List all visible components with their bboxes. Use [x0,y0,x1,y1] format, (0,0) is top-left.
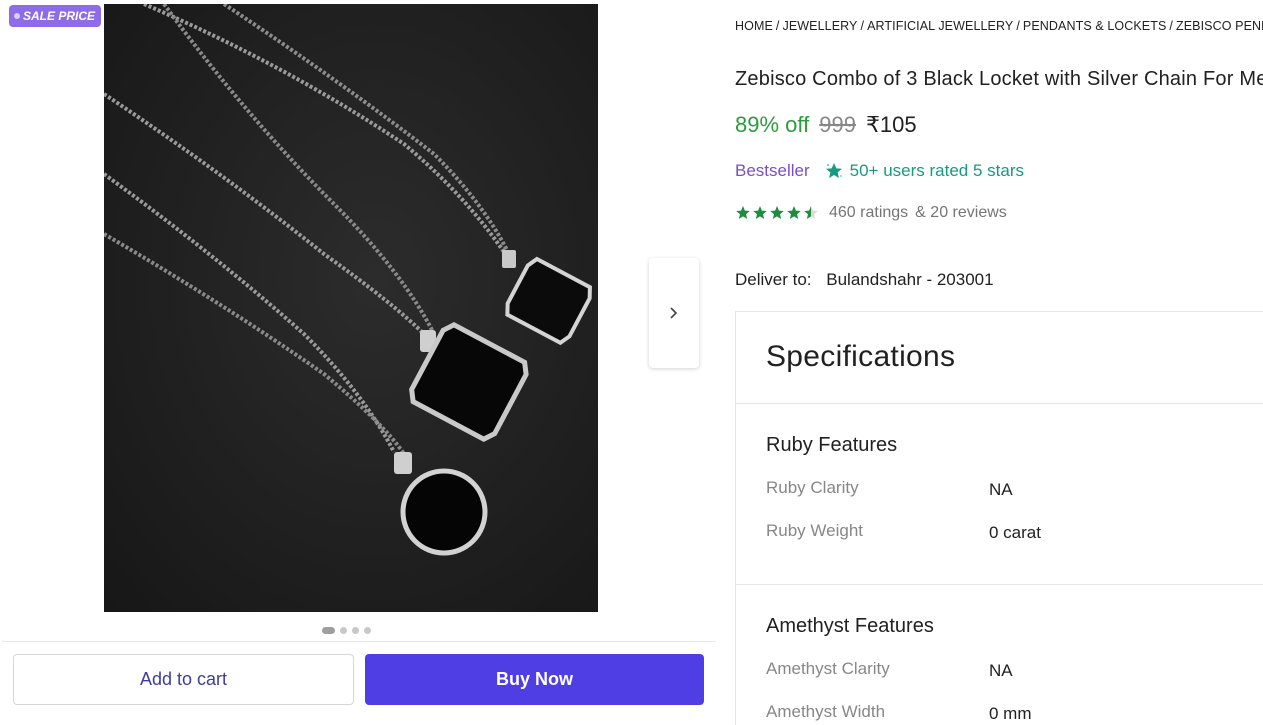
carousel-dot[interactable] [340,627,347,634]
breadcrumb-pendants-lockets[interactable]: PENDANTS & LOCKETS [1023,19,1167,33]
star-icon [736,206,750,219]
breadcrumb-separator: / [860,19,865,33]
breadcrumb: HOME / JEWELLERY / ARTIFICIAL JEWELLERY / PEND… [735,19,1263,33]
spec-group-amethyst: Amethyst Features Amethyst Clarity NA Am… [736,585,1263,725]
sale-dot-icon [14,13,20,19]
star-icon [804,206,818,219]
action-bar: Add to cart Buy Now [2,641,716,725]
chevron-right-icon [670,307,678,319]
product-gallery: SALE PRICE Add to cart Buy Now [0,0,716,725]
spec-group-title: Ruby Features [766,434,898,456]
carousel-next-button[interactable] [649,258,699,368]
reviews-count: & 20 reviews [915,204,1007,221]
product-details: HOME / JEWELLERY / ARTIFICIAL JEWELLERY / PEND… [735,0,1263,725]
star-icon [753,206,767,219]
carousel-dots [322,627,371,634]
spec-group-ruby: Ruby Features Ruby Clarity NA Ruby Weigh… [736,404,1263,585]
specifications-panel: Specifications Ruby Features Ruby Clarit… [735,311,1263,725]
ratings-count: 460 ratings [829,204,909,221]
product-photo [104,4,598,612]
star-icon [787,206,801,219]
breadcrumb-separator: / [1169,19,1173,33]
star-rating [735,205,819,221]
buy-now-button[interactable]: Buy Now [365,654,704,705]
spec-group-title: Amethyst Features [766,615,934,637]
rated-text: 50+ users rated 5 stars [849,161,1024,180]
rated-badge: 50+ users rated 5 stars [824,161,1024,181]
add-to-cart-button[interactable]: Add to cart [13,654,354,705]
price-row: 89% off 999 ₹105 [735,112,917,138]
specifications-title: Specifications [766,340,956,373]
badges-row: Bestseller 50+ users rated 5 stars [735,161,1024,181]
delivery-row[interactable]: Deliver to: Bulandshahr - 203001 [735,270,994,290]
delivery-location: Bulandshahr - 203001 [826,270,994,289]
breadcrumb-separator: / [775,19,780,33]
carousel-dot[interactable] [322,627,335,634]
carousel-dot[interactable] [364,627,371,634]
selling-price: ₹105 [865,112,917,137]
spec-label: Ruby Weight [766,521,864,540]
bestseller-badge: Bestseller [735,161,810,180]
star-icon [770,206,784,219]
sale-price-badge: SALE PRICE [9,5,102,27]
spec-value: NA [989,480,1013,499]
spec-label: Amethyst Width [766,702,886,721]
deliver-label: Deliver to: [735,270,812,289]
spec-label: Ruby Clarity [766,478,859,497]
product-title: Zebisco Combo of 3 Black Locket with Sil… [735,68,1263,90]
breadcrumb-separator: / [1016,19,1020,33]
breadcrumb-artificial-jewellery[interactable]: ARTIFICIAL JEWELLERY [867,19,1013,33]
star-badge-icon [825,163,842,178]
sale-badge-label: SALE PRICE [23,9,96,23]
breadcrumb-jewellery[interactable]: JEWELLERY [782,19,857,33]
breadcrumb-home[interactable]: HOME [735,19,773,33]
discount-percent: 89% off [735,112,810,137]
spec-label: Amethyst Clarity [766,659,890,678]
breadcrumb-zebisco-pendants[interactable]: ZEBISCO PENDANTS [1176,19,1263,33]
original-price: 999 [819,112,856,137]
specifications-header: Specifications [736,312,1263,404]
spec-value: 0 carat [989,523,1041,542]
product-image[interactable] [104,4,598,612]
spec-value: NA [989,661,1013,680]
ratings-row[interactable]: 460 ratings & 20 reviews [735,204,1007,222]
spec-value: 0 mm [989,704,1032,723]
carousel-dot[interactable] [352,627,359,634]
